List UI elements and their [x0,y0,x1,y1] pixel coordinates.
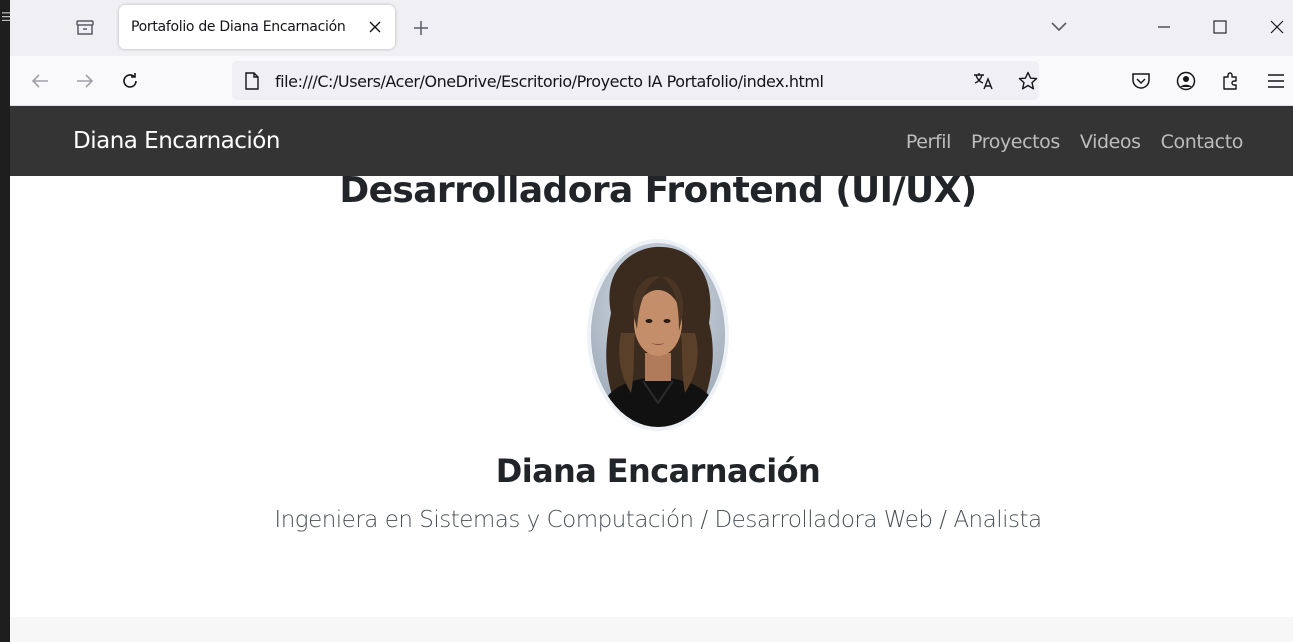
profile-section: Desarrolladora Frontend (UI/UX) Diana En… [10,170,1293,617]
page-icon [244,72,260,90]
minimize-icon[interactable] [1152,15,1176,39]
translate-icon[interactable] [972,69,996,93]
site-brand[interactable]: Diana Encarnación [73,128,280,154]
back-icon[interactable] [27,68,53,94]
extensions-icon[interactable] [1218,68,1244,94]
pocket-icon[interactable] [1128,68,1154,94]
site-nav-links: Perfil Proyectos Videos Contacto [906,131,1244,153]
nav-link-contacto[interactable]: Contacto [1161,131,1244,153]
bookmark-star-icon[interactable] [1016,69,1040,93]
nav-link-videos[interactable]: Videos [1080,131,1141,153]
desktop-edge: ☰ [0,0,12,642]
next-section-edge [10,617,1293,642]
avatar [587,239,729,431]
person-name: Diana Encarnación [495,452,821,490]
browser-window: Portafolio de Diana Encarnación file:///… [10,0,1293,642]
url-bar[interactable]: file:///C:/Users/Acer/OneDrive/Escritori… [232,61,1039,100]
account-icon[interactable] [1173,68,1199,94]
close-window-icon[interactable] [1265,15,1289,39]
forward-icon[interactable] [72,68,98,94]
nav-link-proyectos[interactable]: Proyectos [971,131,1060,153]
hero-title: Desarrolladora Frontend (UI/UX) [339,170,977,211]
person-subtitle: Ingeniera en Sistemas y Computación / De… [274,507,1042,533]
list-all-tabs-icon[interactable] [1047,15,1071,39]
url-text: file:///C:/Users/Acer/OneDrive/Escritori… [275,72,824,91]
tab-list-icon[interactable] [70,14,100,42]
nav-link-perfil[interactable]: Perfil [906,131,952,153]
tab-strip: Portafolio de Diana Encarnación [10,0,1293,56]
reload-icon[interactable] [117,68,143,94]
tab-title: Portafolio de Diana Encarnación [131,19,346,35]
site-navbar: Diana Encarnación Perfil Proyectos Video… [10,106,1293,176]
nav-toolbar: file:///C:/Users/Acer/OneDrive/Escritori… [10,56,1293,106]
active-tab[interactable]: Portafolio de Diana Encarnación [119,5,395,49]
close-tab-icon[interactable] [365,17,385,37]
maximize-icon[interactable] [1208,15,1232,39]
new-tab-icon[interactable] [410,17,432,39]
menu-icon[interactable] [1263,68,1289,94]
